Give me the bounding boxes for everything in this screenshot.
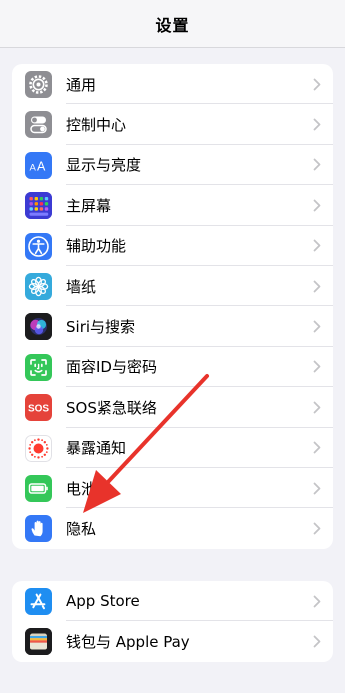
page-title: 设置 [155, 15, 190, 35]
chevron-right-icon [313, 508, 321, 548]
hand-icon [25, 515, 52, 543]
settings-row-label: Siri与搜索 [66, 318, 136, 337]
settings-row-control-center[interactable]: 控制中心 [12, 104, 333, 145]
app-store-icon [25, 588, 52, 615]
settings-row-label: 辅助功能 [66, 237, 127, 256]
settings-row-wallpaper[interactable]: 墙纸 [12, 266, 333, 307]
switches-icon [25, 111, 52, 139]
settings-row-label: 墙纸 [66, 277, 97, 296]
siri-orb-icon [25, 313, 52, 341]
settings-row-label: 钱包与 Apple Pay [66, 633, 190, 652]
settings-row-label: 暴露通知 [66, 439, 127, 458]
settings-row-label: 控制中心 [66, 116, 127, 135]
settings-row-label: 显示与亮度 [66, 156, 142, 175]
navigation-bar: 设置 [0, 0, 345, 48]
chevron-right-icon [313, 387, 321, 427]
exposure-dot-icon [25, 434, 52, 462]
settings-row-label: SOS紧急联络 [66, 398, 157, 417]
settings-row-face-id[interactable]: 面容ID与密码 [12, 347, 333, 388]
battery-icon [25, 474, 52, 502]
settings-row-label: 主屏幕 [66, 196, 112, 215]
chevron-right-icon [313, 468, 321, 508]
settings-row-siri[interactable]: Siri与搜索 [12, 306, 333, 347]
gear-icon [25, 71, 52, 98]
settings-row-general[interactable]: 通用 [12, 64, 333, 105]
chevron-right-icon [313, 347, 321, 387]
settings-group-store: App Store 钱包与 Apple Pay [12, 581, 333, 662]
settings-row-label: 通用 [66, 75, 97, 94]
wallet-icon [25, 628, 52, 656]
settings-row-app-store[interactable]: App Store [12, 581, 333, 622]
settings-row-privacy[interactable]: 隐私 [12, 508, 333, 548]
settings-row-exposure[interactable]: 暴露通知 [12, 428, 333, 468]
chevron-right-icon [313, 64, 321, 104]
settings-row-home-screen[interactable]: 主屏幕 [12, 185, 333, 226]
chevron-right-icon [313, 266, 321, 306]
chevron-right-icon [313, 306, 321, 346]
text-size-icon: AA [25, 151, 52, 179]
chevron-right-icon [313, 621, 321, 661]
app-grid-icon [25, 192, 52, 220]
settings-row-label: 面容ID与密码 [66, 358, 157, 377]
settings-row-wallet[interactable]: 钱包与 Apple Pay [12, 621, 333, 661]
chevron-right-icon [313, 185, 321, 225]
chevron-right-icon [313, 428, 321, 468]
accessibility-icon [25, 232, 52, 260]
settings-row-battery[interactable]: 电池 [12, 468, 333, 509]
settings-row-sos[interactable]: SOS SOS紧急联络 [12, 387, 333, 428]
chevron-right-icon [313, 226, 321, 266]
settings-row-display[interactable]: A A 显示与亮度 [12, 145, 333, 186]
face-id-icon [25, 353, 52, 381]
svg-text:SOS: SOS [28, 404, 49, 415]
settings-group-main: 通用 控制中心 A A 显示与亮度 主屏幕 辅助功能 墙纸 Siri与搜索 面容ID与密码 SOS S… [12, 64, 333, 549]
settings-row-label: 隐私 [66, 519, 97, 538]
chevron-right-icon [313, 581, 321, 621]
settings-row-accessibility[interactable]: 辅助功能 [12, 226, 333, 266]
chevron-right-icon [313, 104, 321, 144]
sos-icon: SOS [25, 394, 52, 422]
chevron-right-icon [313, 145, 321, 185]
settings-row-label: 电池 [66, 479, 97, 498]
svg-text:A: A [37, 159, 46, 173]
svg-text:A: A [30, 162, 37, 173]
settings-row-label: App Store [66, 592, 140, 611]
flower-icon [25, 272, 52, 300]
